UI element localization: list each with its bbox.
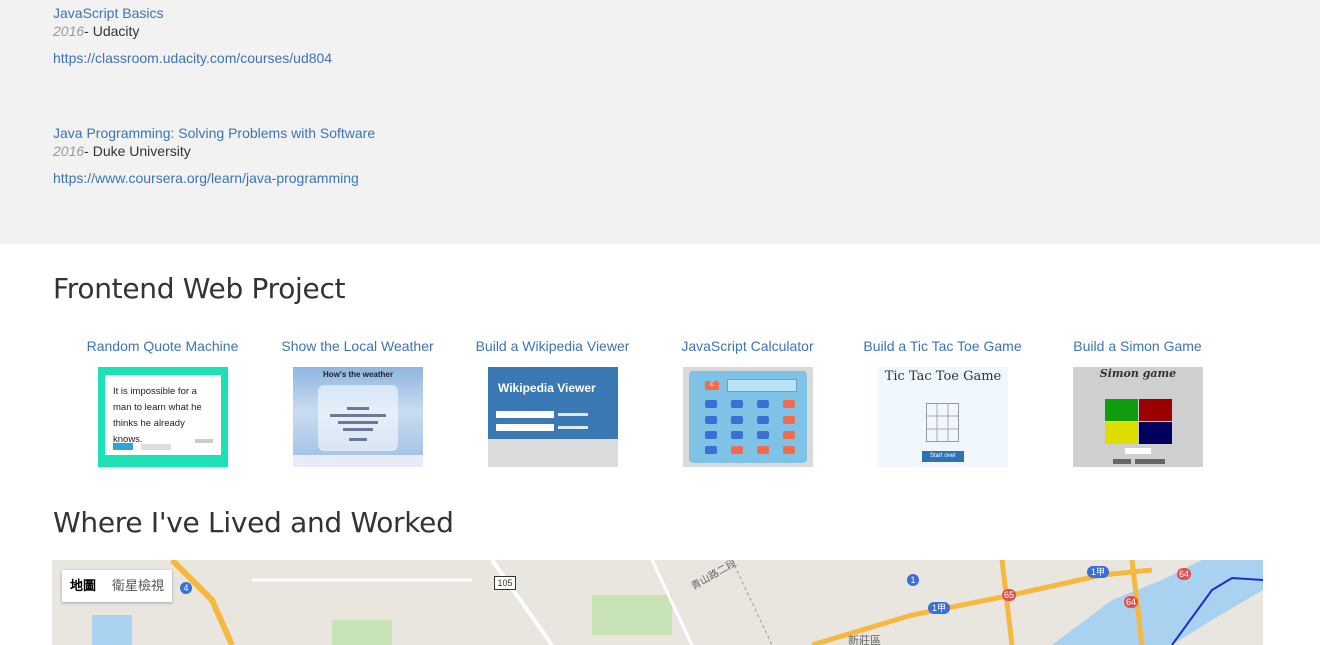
project-card: JavaScript Calculator C — [650, 338, 845, 467]
ttt-title: Tic Tac Toe Game — [884, 369, 1002, 384]
project-card: Random Quote Machine It is impossible fo… — [65, 338, 260, 467]
project-title-link[interactable]: Build a Wikipedia Viewer — [455, 338, 650, 358]
simon-start-button-graphic — [1113, 459, 1131, 464]
clear-key-graphic: C — [705, 381, 719, 390]
route-64-shield: 64 — [1124, 596, 1138, 608]
calc-display-graphic — [727, 379, 797, 392]
route-1-shield: 1 — [907, 574, 919, 586]
calculator-body: C — [689, 371, 807, 463]
route-1jia-shield: 1甲 — [1087, 566, 1109, 578]
simon-strict-toggle-graphic — [1125, 448, 1151, 454]
route-64-shield: 64 — [1177, 568, 1191, 580]
wiki-search-input-graphic — [496, 411, 554, 418]
course-year: 2016 — [53, 23, 85, 39]
project-thumbnail[interactable]: C — [683, 367, 813, 467]
route-105-shield: 105 — [494, 576, 516, 590]
project-thumbnail[interactable]: Tic Tac Toe Game Start over — [878, 367, 1008, 467]
course-school: - Duke University — [84, 143, 191, 159]
projects-grid: Random Quote Machine It is impossible fo… — [65, 338, 1265, 470]
course-item: JavaScript Basics 2016 - Udacity https:/… — [53, 5, 332, 66]
project-card: Build a Simon Game Simon game — [1040, 338, 1235, 467]
author-graphic — [195, 439, 213, 443]
project-title-link[interactable]: JavaScript Calculator — [650, 338, 845, 358]
course-url-link[interactable]: https://classroom.udacity.com/courses/ud… — [53, 50, 332, 66]
simon-green-pad — [1105, 399, 1138, 421]
wiki-title: Wikipedia Viewer — [498, 381, 596, 395]
course-school: - Udacity — [84, 23, 140, 39]
course-title-link[interactable]: JavaScript Basics — [53, 5, 332, 21]
map-type-control: 地圖 衛星檢視 — [62, 570, 173, 602]
course-title-link[interactable]: Java Programming: Solving Problems with … — [53, 125, 375, 141]
simon-strict-button-graphic — [1135, 459, 1165, 464]
simon-yellow-pad — [1105, 422, 1138, 444]
lived-heading: Where I've Lived and Worked — [53, 506, 454, 539]
course-meta: 2016 - Duke University — [53, 143, 375, 159]
quote-card: It is impossible for a man to learn what… — [105, 375, 221, 455]
simon-red-pad — [1139, 399, 1172, 421]
wiki-header: Wikipedia Viewer — [488, 367, 618, 439]
new-quote-button-graphic — [113, 443, 133, 450]
quote-text: It is impossible for a man to learn what… — [113, 386, 202, 445]
route-1jia-shield: 1甲 — [928, 602, 950, 614]
project-thumbnail[interactable]: Simon game — [1073, 367, 1203, 467]
project-thumbnail[interactable]: How's the weather — [293, 367, 423, 467]
course-item: Java Programming: Solving Problems with … — [53, 125, 375, 186]
projects-heading: Frontend Web Project — [53, 272, 346, 305]
project-thumbnail[interactable]: Wikipedia Viewer — [488, 367, 618, 467]
wiki-random-input-graphic — [496, 424, 554, 431]
project-title-link[interactable]: Build a Tic Tac Toe Game — [845, 338, 1040, 358]
map-district-label: 新莊區 — [848, 635, 881, 645]
route-65-shield: 65 — [1002, 589, 1016, 601]
start-over-button-graphic: Start over — [922, 451, 964, 462]
weather-heading: How's the weather — [323, 370, 393, 379]
project-thumbnail[interactable]: It is impossible for a man to learn what… — [98, 367, 228, 467]
project-title-link[interactable]: Show the Local Weather — [260, 338, 455, 358]
project-card: Build a Wikipedia Viewer Wikipedia Viewe… — [455, 338, 650, 467]
project-title-link[interactable]: Build a Simon Game — [1040, 338, 1235, 358]
map-type-map-button[interactable]: 地圖 — [62, 570, 104, 602]
course-meta: 2016 - Udacity — [53, 23, 332, 39]
route-4-shield: 4 — [180, 582, 192, 594]
simon-title: Simon game — [1099, 367, 1177, 380]
map-type-satellite-button[interactable]: 衛星檢視 — [104, 570, 172, 602]
project-card: Build a Tic Tac Toe Game Tic Tac Toe Gam… — [845, 338, 1040, 467]
project-card: Show the Local Weather How's the weather — [260, 338, 455, 467]
education-section: JavaScript Basics 2016 - Udacity https:/… — [0, 0, 1320, 244]
course-year: 2016 — [53, 143, 85, 159]
tweet-link-graphic — [141, 444, 171, 450]
map-tiles — [52, 560, 1263, 645]
project-title-link[interactable]: Random Quote Machine — [65, 338, 260, 358]
weather-panel — [318, 385, 398, 451]
course-url-link[interactable]: https://www.coursera.org/learn/java-prog… — [53, 170, 375, 186]
map-widget[interactable]: 地圖 衛星檢視 4 105 1 1甲 1甲 65 64 64 新莊區 青山路二段 — [52, 560, 1263, 645]
simon-blue-pad — [1139, 422, 1172, 444]
ttt-board-graphic — [926, 403, 959, 442]
unit-toggle-bar — [293, 455, 423, 467]
